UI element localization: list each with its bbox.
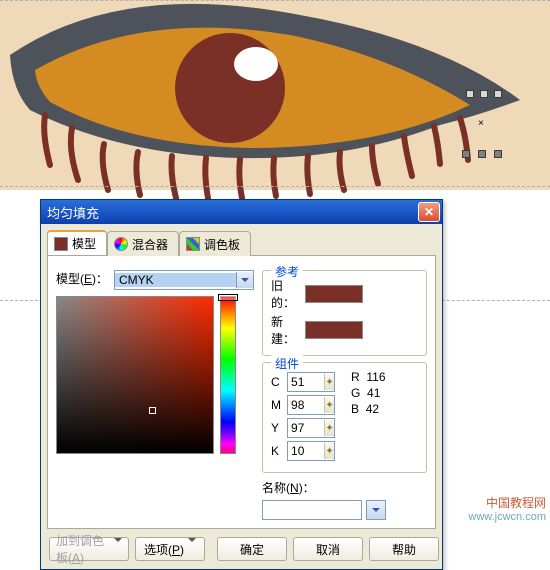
tabstrip: 模型 混合器 调色板 (41, 224, 442, 255)
color-swatch-icon (54, 237, 68, 251)
name-dropdown-button[interactable] (366, 500, 386, 520)
model-value: CMYK (115, 273, 236, 287)
name-row: 名称(N)： (262, 479, 427, 496)
old-color-swatch[interactable] (305, 285, 363, 303)
dialog-title: 均匀填充 (47, 203, 99, 222)
watermark: 中国教程网 www.jcwcn.com (468, 496, 546, 524)
m-label: M (271, 398, 281, 412)
selection-center[interactable]: × (478, 118, 484, 129)
ok-button[interactable]: 确定 (217, 537, 287, 561)
model-combobox[interactable]: CMYK (114, 270, 254, 290)
add-to-palette-button[interactable]: 加到调色板(A) (49, 537, 129, 561)
old-color-label: 旧的： (271, 277, 305, 311)
palette-icon (186, 237, 200, 251)
selection-handle[interactable] (478, 150, 486, 158)
selection-handle[interactable] (494, 150, 502, 158)
name-input[interactable] (262, 500, 362, 520)
selection-handle[interactable] (466, 90, 474, 98)
right-column: 参考 旧的： 新建： 组件 C (262, 270, 427, 520)
new-color-label: 新建： (271, 313, 305, 347)
c-value[interactable] (288, 375, 324, 389)
tab-palette[interactable]: 调色板 (179, 231, 251, 256)
spinner-icon[interactable]: ✦ (324, 397, 334, 413)
tab-label: 混合器 (132, 236, 168, 253)
options-button[interactable]: 选项(P) (135, 537, 205, 561)
hue-slider[interactable] (220, 296, 236, 454)
y-input[interactable]: ✦ (287, 418, 335, 438)
c-input[interactable]: ✦ (287, 372, 335, 392)
tab-mixer[interactable]: 混合器 (107, 231, 179, 256)
fieldset-legend: 参考 (271, 263, 303, 280)
cancel-button[interactable]: 取消 (293, 537, 363, 561)
k-input[interactable]: ✦ (287, 441, 335, 461)
rgb-readout: R 116 G 41 B 42 (351, 369, 385, 464)
y-value[interactable] (288, 421, 324, 435)
m-input[interactable]: ✦ (287, 395, 335, 415)
guide-line (0, 186, 550, 187)
k-label: K (271, 444, 281, 458)
m-value[interactable] (288, 398, 324, 412)
button-row: 加到调色板(A) 选项(P) 确定 取消 帮助 (41, 529, 442, 569)
new-color-swatch[interactable] (305, 321, 363, 339)
close-button[interactable]: ✕ (418, 202, 440, 222)
components-fieldset: 组件 C ✦ M (262, 362, 427, 473)
name-label: 名称(N)： (262, 479, 315, 496)
titlebar[interactable]: 均匀填充 ✕ (41, 200, 442, 224)
k-value[interactable] (288, 444, 324, 458)
y-label: Y (271, 421, 281, 435)
hue-thumb[interactable] (218, 294, 238, 301)
spinner-icon[interactable]: ✦ (324, 420, 334, 436)
reference-fieldset: 参考 旧的： 新建： (262, 270, 427, 356)
eye-artwork (0, 0, 550, 200)
left-column: 模型(E)： CMYK (56, 270, 254, 520)
tab-model[interactable]: 模型 (47, 230, 107, 255)
selection-handle[interactable] (480, 90, 488, 98)
drawing-canvas[interactable]: × (0, 0, 550, 190)
fieldset-legend: 组件 (271, 355, 303, 372)
c-label: C (271, 375, 281, 389)
tab-label: 模型 (72, 235, 96, 252)
selection-handle[interactable] (462, 150, 470, 158)
picker-cursor[interactable] (149, 407, 156, 414)
color-picker[interactable] (56, 296, 214, 454)
selection-handle[interactable] (494, 90, 502, 98)
spinner-icon[interactable]: ✦ (324, 374, 334, 390)
dropdown-icon[interactable] (236, 272, 253, 288)
spinner-icon[interactable]: ✦ (324, 443, 334, 459)
tab-content: 模型(E)： CMYK 参考 (47, 255, 436, 529)
model-label: 模型(E)： (56, 270, 108, 287)
help-button[interactable]: 帮助 (369, 537, 439, 561)
tab-label: 调色板 (204, 236, 240, 253)
uniform-fill-dialog: 均匀填充 ✕ 模型 混合器 调色板 模型(E)： CMYK (40, 199, 443, 570)
color-wheel-icon (114, 237, 128, 251)
